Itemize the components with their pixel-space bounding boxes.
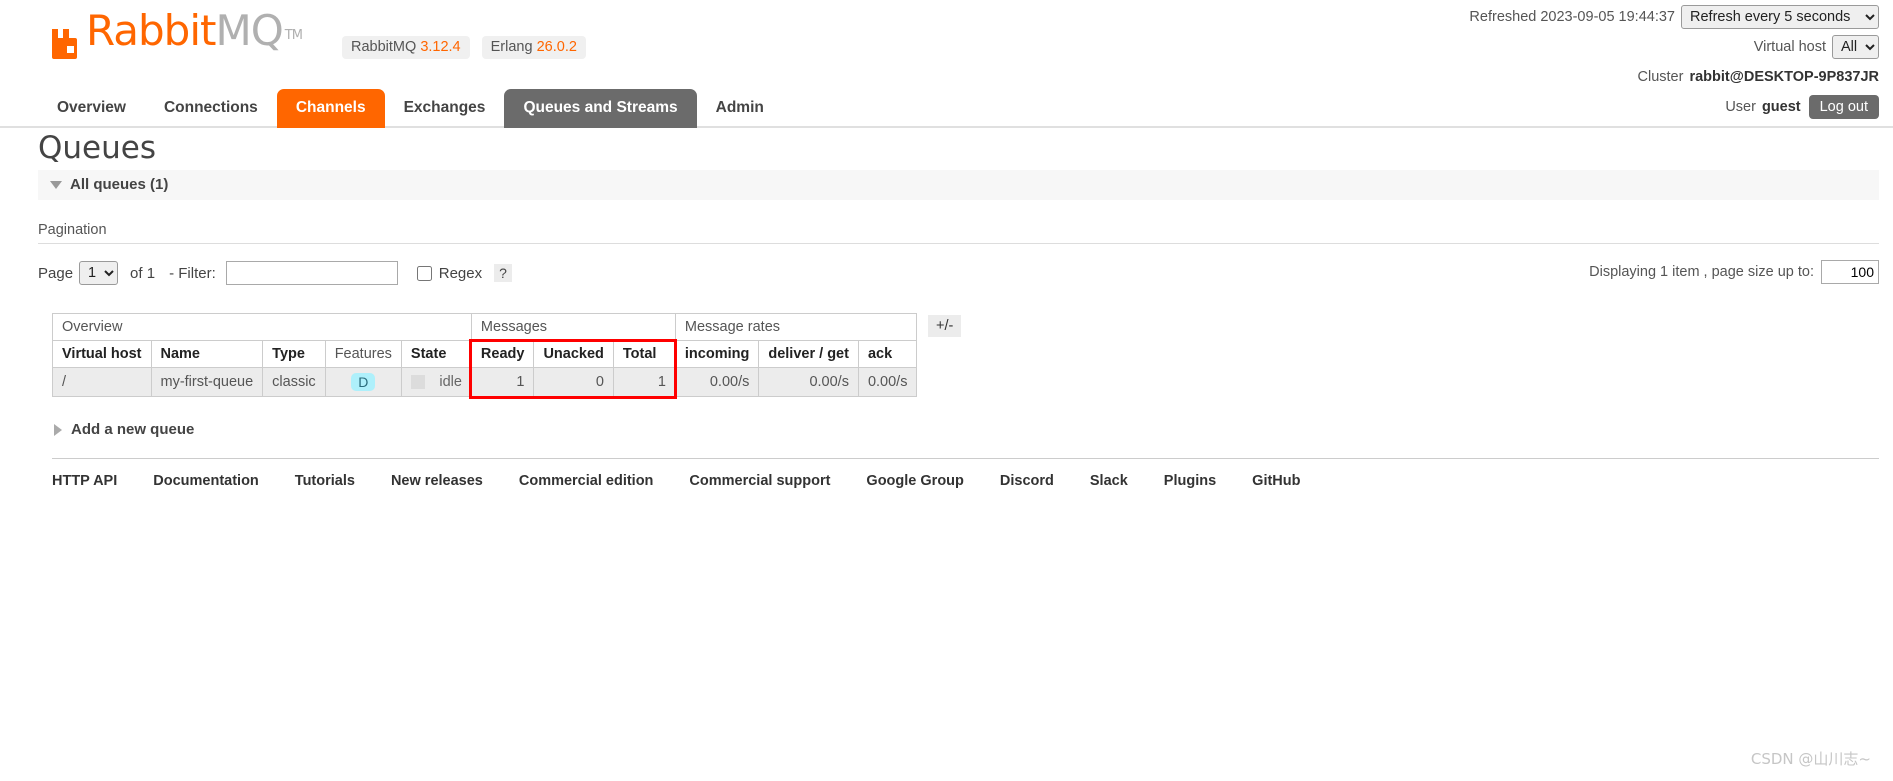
chevron-right-icon[interactable] (54, 423, 62, 436)
toggle-columns-button[interactable]: +/- (928, 315, 962, 337)
queues-table: Overview Messages Message rates Virtual … (52, 313, 918, 397)
tab-queues-and-streams[interactable]: Queues and Streams (504, 89, 697, 128)
page-label: Page (38, 264, 74, 282)
cell-features: D (324, 367, 402, 397)
version-badges: RabbitMQ 3.12.4 Erlang 26.0.2 (342, 36, 586, 59)
footer-link-plugins[interactable]: Plugins (1164, 473, 1216, 489)
rabbitmq-logo[interactable]: RabbitMQ TM (48, 10, 303, 61)
top-bar: RabbitMQ TM RabbitMQ 3.12.4 Erlang 26.0.2… (0, 0, 1893, 128)
displaying-label: Displaying 1 item , page size up to: (1589, 264, 1814, 280)
cluster-label: Cluster (1637, 69, 1684, 85)
cell-virtual-host: / (52, 367, 152, 397)
group-header-message-rates: Message rates (674, 313, 918, 341)
footer-link-discord[interactable]: Discord (1000, 473, 1054, 489)
refresh-row: Refreshed 2023-09-05 19:44:37 Refresh ev… (1469, 4, 1879, 30)
column-header-name[interactable]: Name (150, 340, 264, 368)
tab-overview[interactable]: Overview (38, 89, 145, 128)
column-header-total[interactable]: Total (612, 340, 676, 368)
nav-tab-list: Overview Connections Channels Exchanges … (38, 87, 1893, 128)
csdn-watermark: CSDN @山川志~ (1750, 750, 1871, 768)
cell-unacked: 0 (533, 367, 614, 397)
footer-link-slack[interactable]: Slack (1090, 473, 1128, 489)
footer-link-github[interactable]: GitHub (1252, 473, 1300, 489)
column-header-features: Features (324, 340, 402, 368)
cell-deliver-get-rate: 0.00/s (758, 367, 859, 397)
regex-checkbox[interactable] (416, 265, 432, 281)
add-new-queue-label: Add a new queue (71, 421, 195, 438)
vhost-label: Virtual host (1753, 39, 1826, 55)
column-header-virtual-host[interactable]: Virtual host (52, 340, 152, 368)
footer-link-new-releases[interactable]: New releases (391, 473, 483, 489)
rabbitmq-version-badge: RabbitMQ 3.12.4 (342, 36, 470, 59)
chevron-down-icon[interactable] (50, 180, 62, 189)
cell-ack-rate: 0.00/s (857, 367, 918, 397)
add-new-queue-section[interactable]: Add a new queue (52, 421, 1893, 438)
footer-link-google-group[interactable]: Google Group (866, 473, 963, 489)
queues-table-wrapper: Overview Messages Message rates Virtual … (52, 313, 1893, 399)
logo-text-rabbit: Rabbit (86, 6, 216, 55)
state-wrapper: idle (410, 374, 462, 390)
regex-label: Regex (438, 264, 483, 282)
tab-connections[interactable]: Connections (145, 89, 277, 128)
table-group-header-row: Overview Messages Message rates (52, 313, 918, 341)
footer-links: HTTP API Documentation Tutorials New rel… (52, 458, 1879, 489)
regex-help-icon[interactable]: ? (494, 264, 512, 282)
page-title: Queues (38, 130, 156, 166)
cell-type: classic (262, 367, 326, 397)
durable-badge: D (351, 373, 376, 391)
displaying-info: Displaying 1 item , page size up to: (1589, 260, 1879, 284)
all-queues-section-header[interactable]: All queues (1) (38, 170, 1879, 200)
regex-control: Regex ? (416, 264, 512, 282)
page-size-input[interactable] (1821, 260, 1879, 284)
filter-label: - Filter: (169, 264, 216, 282)
all-queues-label: All queues (1) (70, 176, 169, 193)
vhost-select[interactable]: All (1832, 35, 1879, 59)
cell-state: idle (400, 367, 472, 397)
logo-trademark: TM (284, 28, 303, 43)
tab-exchanges[interactable]: Exchanges (385, 89, 505, 128)
erlang-version-badge: Erlang 26.0.2 (481, 36, 586, 59)
cell-ready: 1 (470, 367, 535, 397)
page-of-label: of 1 (130, 264, 156, 282)
erlang-version-name: Erlang (490, 39, 533, 55)
rabbitmq-version-number: 3.12.4 (420, 39, 461, 55)
rabbitmq-version-name: RabbitMQ (351, 39, 417, 55)
filter-input[interactable] (225, 261, 398, 285)
column-header-deliver-get[interactable]: deliver / get (758, 340, 859, 368)
main-navigation: Overview Connections Channels Exchanges … (0, 87, 1893, 128)
pagination-heading: Pagination (38, 222, 1879, 244)
cell-queue-name[interactable]: my-first-queue (150, 367, 264, 397)
cluster-name: rabbit@DESKTOP-9P837JR (1689, 69, 1879, 85)
footer-link-tutorials[interactable]: Tutorials (295, 473, 355, 489)
column-header-type[interactable]: Type (262, 340, 326, 368)
page-number-select[interactable]: 1 (79, 261, 119, 285)
column-header-incoming[interactable]: incoming (674, 340, 760, 368)
rabbit-logo-icon (52, 29, 77, 59)
state-text: idle (439, 374, 462, 390)
pagination-controls: Page 1 of 1 - Filter: Regex ? Displaying… (38, 258, 1879, 288)
footer-link-commercial-edition[interactable]: Commercial edition (519, 473, 654, 489)
column-header-unacked[interactable]: Unacked (533, 340, 614, 368)
logo-text-mq: MQ (215, 6, 283, 55)
column-header-ack[interactable]: ack (857, 340, 918, 368)
table-row[interactable]: / my-first-queue classic D idle 1 0 1 0.… (52, 367, 918, 397)
column-header-state[interactable]: State (400, 340, 472, 368)
vhost-row: Virtual host All (1469, 34, 1879, 60)
group-header-messages: Messages (470, 313, 676, 341)
refresh-interval-select[interactable]: Refresh every 5 seconds (1681, 5, 1879, 29)
state-indicator-icon (410, 375, 425, 389)
tab-channels[interactable]: Channels (276, 89, 385, 128)
footer-link-commercial-support[interactable]: Commercial support (689, 473, 830, 489)
group-header-overview: Overview (52, 313, 472, 341)
tab-admin[interactable]: Admin (697, 89, 783, 128)
refreshed-timestamp: Refreshed 2023-09-05 19:44:37 (1469, 9, 1675, 25)
erlang-version-number: 26.0.2 (536, 39, 577, 55)
footer-link-documentation[interactable]: Documentation (153, 473, 259, 489)
cell-total: 1 (612, 367, 676, 397)
cell-incoming-rate: 0.00/s (674, 367, 760, 397)
column-header-ready[interactable]: Ready (470, 340, 535, 368)
table-column-header-row: Virtual host Name Type Features State Re… (52, 340, 918, 368)
footer-link-http-api[interactable]: HTTP API (52, 473, 117, 489)
page-content: Queues All queues (1) Pagination Page 1 … (0, 128, 1893, 489)
